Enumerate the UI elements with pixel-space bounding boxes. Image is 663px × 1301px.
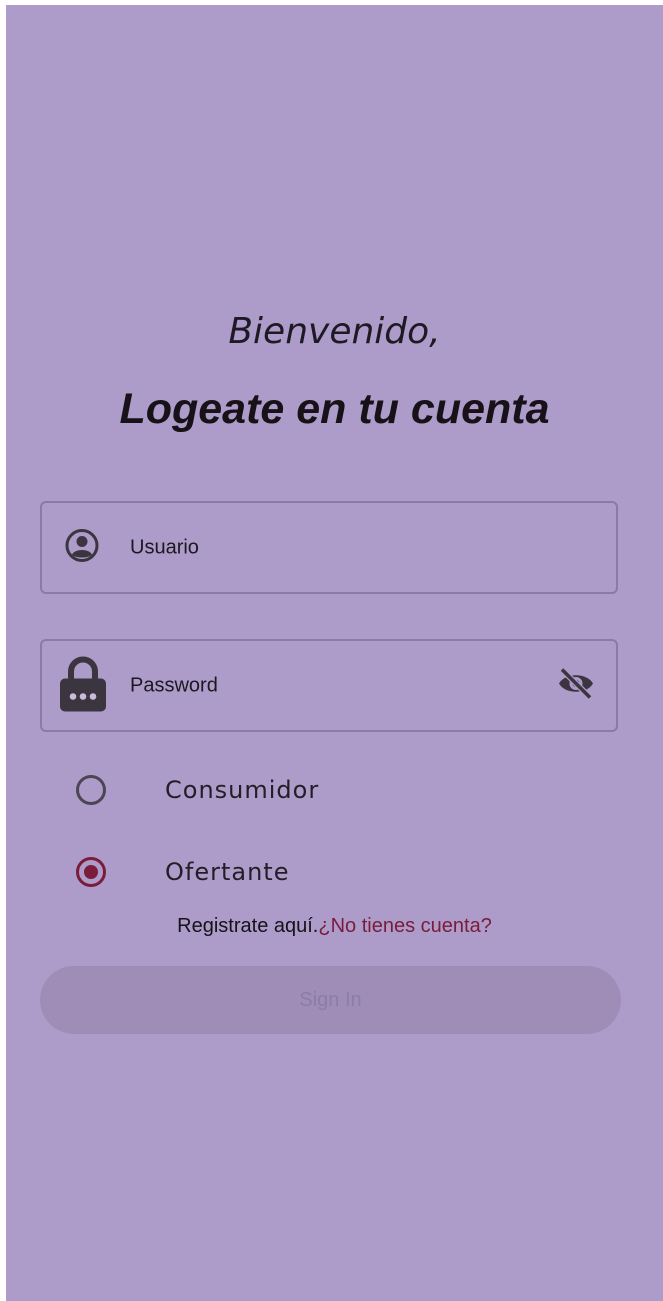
- password-field[interactable]: Password: [40, 639, 618, 732]
- register-prompt: Registrate aquí.¿No tienes cuenta?: [6, 915, 663, 938]
- radio-button-consumidor[interactable]: [76, 775, 106, 805]
- account-circle-icon: [64, 527, 100, 568]
- register-text: Registrate aquí.: [177, 915, 319, 937]
- username-field[interactable]: Usuario: [40, 501, 618, 594]
- greeting-text: Bienvenido,: [228, 311, 441, 352]
- sign-in-button[interactable]: Sign In: [40, 966, 621, 1034]
- register-link[interactable]: ¿No tienes cuenta?: [318, 915, 491, 937]
- role-label-ofertante: Ofertante: [165, 858, 290, 886]
- login-screen: Bienvenido, Logeate en tu cuenta Usuario…: [6, 5, 663, 1301]
- visibility-off-icon[interactable]: [556, 666, 596, 705]
- username-label: Usuario: [130, 536, 199, 558]
- page-title: Logeate en tu cuenta: [119, 385, 550, 433]
- radio-button-ofertante[interactable]: [76, 857, 106, 887]
- role-option-consumidor[interactable]: Consumidor: [76, 770, 319, 810]
- lock-icon: [58, 653, 108, 718]
- role-label-consumidor: Consumidor: [165, 776, 320, 804]
- password-label: Password: [130, 674, 218, 696]
- role-option-ofertante[interactable]: Ofertante: [76, 852, 289, 892]
